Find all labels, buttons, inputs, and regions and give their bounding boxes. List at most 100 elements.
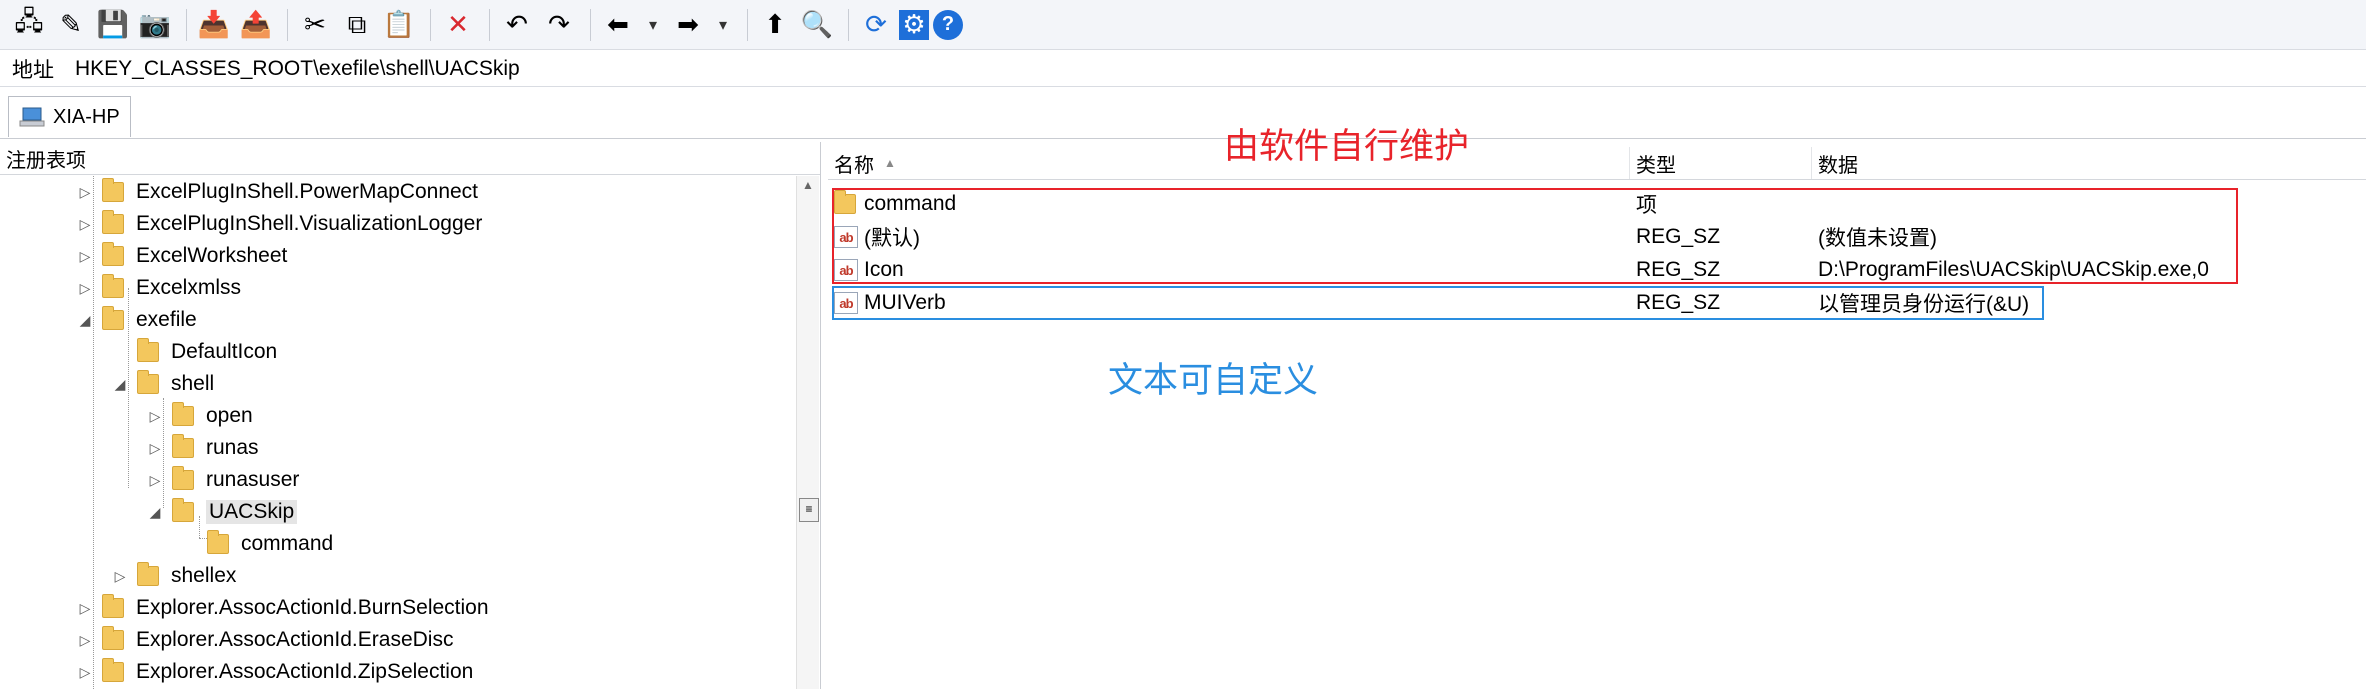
tree-node[interactable]: ▷ runasuser: [148, 464, 299, 496]
address-input[interactable]: HKEY_CLASSES_ROOT\exefile\shell\UACSkip: [67, 57, 520, 81]
tree-node[interactable]: ▷ Explorer.AssocActionId.ZipSelection: [78, 656, 473, 688]
scroll-thumb[interactable]: ≡: [799, 498, 819, 522]
tree-node[interactable]: ▷ Explorer.AssocActionId.BurnSelection: [78, 592, 489, 624]
toolbar-separator: [590, 8, 591, 41]
folder-icon: [137, 338, 159, 362]
redo-icon[interactable]: ↷: [540, 6, 578, 44]
tree-node-label: runas: [206, 436, 259, 459]
tree-node-label: ExcelPlugInShell.VisualizationLogger: [136, 212, 483, 235]
tree-node-label: shell: [171, 372, 215, 395]
copy-icon[interactable]: ⧉: [338, 6, 376, 44]
tree-node[interactable]: ◢ exefile: [78, 304, 197, 336]
help-icon[interactable]: ?: [933, 9, 963, 40]
scroll-up-icon[interactable]: ▲: [797, 178, 819, 192]
tree-node[interactable]: ▷ shellex: [113, 560, 236, 592]
edit-icon[interactable]: ✎: [52, 6, 90, 44]
connect-registry-icon[interactable]: 🖧: [10, 6, 48, 44]
undo-icon[interactable]: ↶: [498, 6, 536, 44]
expand-icon[interactable]: ▷: [78, 664, 92, 681]
folder-icon: [102, 242, 124, 266]
tree-scrollbar[interactable]: ▲ ≡: [796, 176, 819, 689]
tree-node[interactable]: ▷ runas: [148, 432, 259, 464]
save-icon[interactable]: 💾: [94, 6, 132, 44]
collapse-icon[interactable]: ◢: [148, 504, 162, 521]
up-folder-icon[interactable]: ⬆: [756, 6, 794, 44]
tab-bar: XIA-HP: [0, 88, 2366, 139]
folder-icon: [102, 274, 124, 298]
expand-icon[interactable]: ▷: [148, 472, 162, 489]
folder-icon: [172, 434, 194, 458]
expand-icon[interactable]: ▷: [78, 600, 92, 617]
back-icon[interactable]: ⬅: [599, 6, 637, 44]
tree-node-label: Excelxmlss: [136, 276, 242, 299]
paste-icon[interactable]: 📋: [380, 6, 418, 44]
tree-node-label: command: [241, 532, 334, 555]
annotation-box-red: [832, 188, 2238, 284]
column-name-label: 名称: [834, 154, 874, 177]
camera-icon[interactable]: 📷: [136, 6, 174, 44]
expand-icon[interactable]: ▷: [113, 568, 127, 585]
tree-node-label: DefaultIcon: [171, 340, 278, 363]
tree-node-label: ExcelWorksheet: [136, 244, 288, 267]
tree-node[interactable]: ▷ ExcelPlugInShell.PowerMapConnect: [78, 176, 478, 208]
tree-node-label: Explorer.AssocActionId.BurnSelection: [136, 596, 489, 619]
tree-node[interactable]: DefaultIcon: [113, 336, 277, 368]
tree-node[interactable]: ◢ UACSkip: [148, 496, 298, 528]
folder-icon: [137, 370, 159, 394]
column-type-label: 类型: [1636, 154, 1676, 177]
folder-icon: [102, 594, 124, 618]
forward-icon[interactable]: ➡: [669, 6, 707, 44]
cut-icon[interactable]: ✂: [296, 6, 334, 44]
toolbar-separator: [848, 8, 849, 41]
back-dropdown-icon[interactable]: ▾: [641, 6, 665, 44]
tree-node[interactable]: ▷ open: [148, 400, 253, 432]
address-label: 地址: [12, 58, 54, 82]
delete-icon[interactable]: ✕: [439, 6, 477, 44]
tree-node[interactable]: ▷ ExcelPlugInShell.VisualizationLogger: [78, 208, 482, 240]
tree-node[interactable]: ▷ Excelxmlss: [78, 272, 241, 304]
refresh-icon[interactable]: ⟳: [857, 6, 895, 44]
import-icon[interactable]: 📥: [195, 6, 233, 44]
expand-icon[interactable]: ▷: [148, 440, 162, 457]
annotation-blue-text: 文本可自定义: [1108, 361, 1319, 400]
tree-node-label: open: [206, 404, 253, 427]
collapse-icon[interactable]: ◢: [78, 312, 92, 329]
collapse-icon[interactable]: ◢: [113, 376, 127, 393]
folder-icon: [102, 210, 124, 234]
registry-tree-panel: 注册表项 ▷ ExcelPlugInShell.PowerMapConnect ▷ E…: [0, 142, 821, 689]
expand-icon[interactable]: ▷: [78, 632, 92, 649]
tree-node-label: exefile: [136, 308, 197, 331]
tree-header: 注册表项: [0, 142, 820, 175]
tree-node[interactable]: command: [183, 528, 333, 560]
column-header-data[interactable]: 数据: [1812, 147, 2366, 179]
folder-icon: [102, 306, 124, 330]
tree-node[interactable]: ◢ shell: [113, 368, 214, 400]
folder-icon: [172, 466, 194, 490]
folder-icon: [207, 530, 229, 554]
toolbar-separator: [287, 8, 288, 41]
forward-dropdown-icon[interactable]: ▾: [711, 6, 735, 44]
toolbar-separator: [186, 8, 187, 41]
folder-icon: [172, 402, 194, 426]
column-header-type[interactable]: 类型: [1630, 147, 1812, 179]
folder-icon: [102, 626, 124, 650]
expand-icon[interactable]: ▷: [78, 184, 92, 201]
expand-icon[interactable]: ▷: [78, 280, 92, 297]
tab-label: XIA-HP: [53, 105, 120, 128]
tree-node[interactable]: ▷ ExcelWorksheet: [78, 240, 287, 272]
values-header: 名称 ▲ 类型 数据: [828, 147, 2366, 180]
tree-node-label: Explorer.AssocActionId.EraseDisc: [136, 628, 454, 651]
export-icon[interactable]: 📤: [237, 6, 275, 44]
tab-xia-hp[interactable]: XIA-HP: [8, 96, 131, 137]
expand-icon[interactable]: ▷: [148, 408, 162, 425]
expand-icon[interactable]: ▷: [78, 248, 92, 265]
toolbar: 🖧 ✎ 💾 📷 📥 📤 ✂ ⧉ 📋 ✕ ↶ ↷ ⬅ ▾ ➡ ▾ ⬆ 🔍 ⟳ ⚙?: [0, 0, 2366, 50]
settings-icon[interactable]: ⚙: [899, 9, 929, 40]
expand-icon[interactable]: ▷: [78, 216, 92, 233]
tree-node-label: Explorer.AssocActionId.ZipSelection: [136, 660, 474, 683]
registry-tree: ▷ ExcelPlugInShell.PowerMapConnect ▷ ExcelP…: [0, 176, 800, 689]
folder-icon: [102, 178, 124, 202]
search-icon[interactable]: 🔍: [798, 6, 836, 44]
tree-node[interactable]: ▷ Explorer.AssocActionId.EraseDisc: [78, 624, 453, 656]
tree-node-label: UACSkip: [206, 500, 298, 524]
